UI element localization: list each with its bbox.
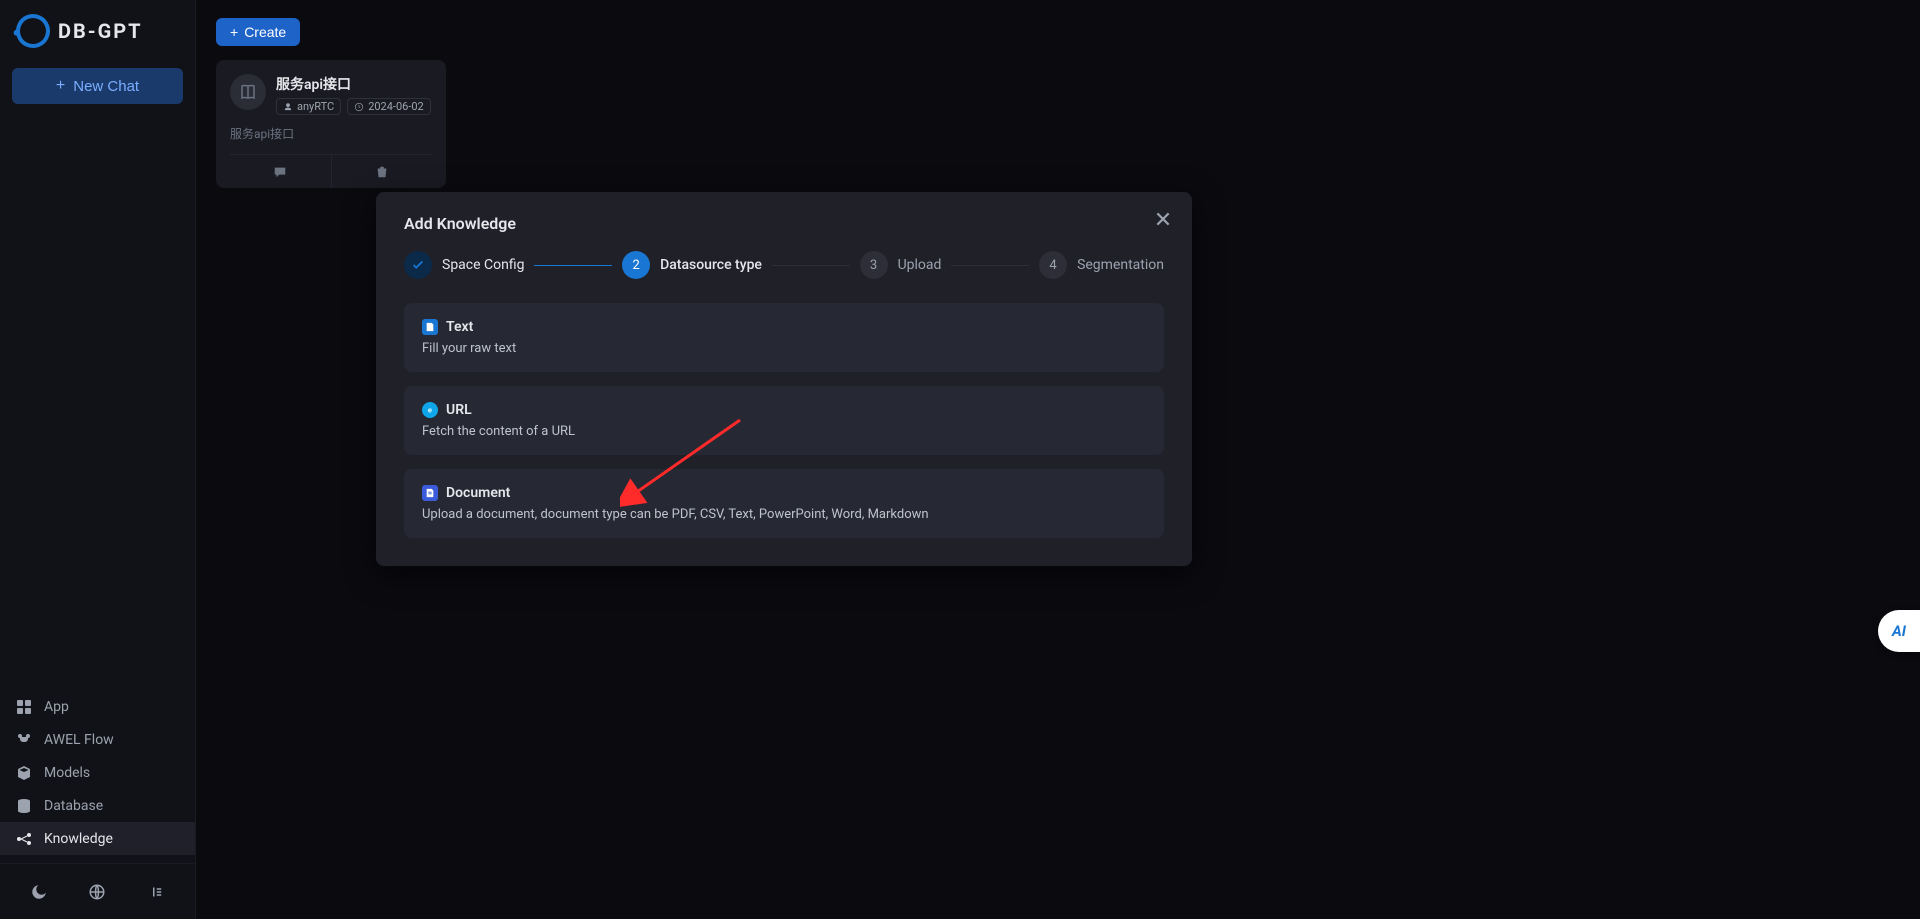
plus-icon: +	[230, 24, 238, 40]
clock-icon	[354, 102, 364, 112]
step-num: 4	[1039, 251, 1067, 279]
step-indicator: Space Config 2 Datasource type 3 Upload …	[404, 251, 1164, 279]
step-num: 2	[622, 251, 650, 279]
option-title: URL	[446, 402, 472, 418]
author-label: anyRTC	[297, 100, 334, 113]
text-icon	[422, 319, 438, 335]
sidebar-item-awel[interactable]: AWEL Flow	[0, 723, 195, 756]
option-head: e URL	[422, 402, 1146, 418]
step-connector	[951, 265, 1029, 266]
fork-icon	[16, 732, 32, 748]
sidebar: DB-GPT + New Chat App AWEL Flow Models D…	[0, 0, 196, 919]
step-label: Datasource type	[660, 257, 762, 273]
datasource-options: Text Fill your raw text e URL Fetch the …	[404, 303, 1164, 538]
step-connector	[534, 265, 612, 266]
sidebar-nav: App AWEL Flow Models Database Knowledge	[0, 690, 195, 863]
close-icon	[1154, 210, 1172, 228]
step-label: Upload	[898, 257, 942, 273]
delete-action[interactable]	[331, 155, 433, 188]
option-document[interactable]: Document Upload a document, document typ…	[404, 469, 1164, 538]
check-icon	[411, 258, 425, 272]
step-space-config[interactable]: Space Config	[404, 251, 524, 279]
option-head: Text	[422, 319, 1146, 335]
option-text[interactable]: Text Fill your raw text	[404, 303, 1164, 372]
planet-icon	[11, 9, 55, 53]
sidebar-item-database[interactable]: Database	[0, 789, 195, 822]
card-tags: anyRTC 2024-06-02	[276, 98, 431, 115]
step-connector	[772, 265, 850, 266]
sidebar-spacer	[0, 114, 195, 690]
url-icon: e	[422, 402, 438, 418]
ai-float-button[interactable]: AI	[1878, 610, 1920, 652]
knowledge-card[interactable]: 服务api接口 anyRTC 2024-06-02 服务api接口	[216, 60, 446, 188]
document-icon	[422, 485, 438, 501]
add-knowledge-modal: Add Knowledge Space Config 2 Datasource …	[376, 192, 1192, 566]
step-datasource-type[interactable]: 2 Datasource type	[622, 251, 762, 279]
trash-icon	[375, 165, 389, 179]
sidebar-item-models[interactable]: Models	[0, 756, 195, 789]
chat-action[interactable]	[230, 155, 331, 188]
cube-icon	[16, 765, 32, 781]
sidebar-item-knowledge[interactable]: Knowledge	[0, 822, 195, 855]
step-num	[404, 251, 432, 279]
option-head: Document	[422, 485, 1146, 501]
collapse-icon[interactable]	[145, 881, 167, 903]
card-header: 服务api接口 anyRTC 2024-06-02	[230, 74, 432, 115]
close-button[interactable]	[1154, 210, 1172, 228]
card-subtitle: 服务api接口	[230, 125, 432, 142]
sidebar-item-label: Knowledge	[44, 831, 113, 847]
step-segmentation[interactable]: 4 Segmentation	[1039, 251, 1164, 279]
option-desc: Fetch the content of a URL	[422, 424, 1146, 439]
author-tag: anyRTC	[276, 98, 341, 115]
create-button[interactable]: + Create	[216, 18, 300, 46]
brand-logo: DB-GPT	[0, 0, 195, 58]
option-url[interactable]: e URL Fetch the content of a URL	[404, 386, 1164, 455]
step-label: Space Config	[442, 257, 524, 273]
nodes-icon	[16, 831, 32, 847]
book-icon	[230, 74, 266, 110]
sidebar-item-app[interactable]: App	[0, 690, 195, 723]
sidebar-item-label: AWEL Flow	[44, 732, 114, 748]
new-chat-button[interactable]: + New Chat	[12, 68, 183, 104]
modal-title: Add Knowledge	[404, 214, 1164, 233]
option-desc: Upload a document, document type can be …	[422, 507, 1146, 522]
card-title: 服务api接口	[276, 74, 431, 94]
step-num: 3	[860, 251, 888, 279]
sidebar-item-label: Models	[44, 765, 90, 781]
language-icon[interactable]	[86, 881, 108, 903]
chat-icon	[273, 165, 287, 179]
brand-text: DB-GPT	[58, 19, 143, 43]
option-title: Text	[446, 319, 473, 335]
grid-icon	[16, 699, 32, 715]
date-tag: 2024-06-02	[347, 98, 431, 115]
create-label: Create	[244, 24, 286, 40]
card-actions	[230, 154, 432, 188]
option-desc: Fill your raw text	[422, 341, 1146, 356]
ai-label: AI	[1892, 622, 1906, 640]
plus-icon: +	[56, 77, 65, 95]
sidebar-footer	[0, 863, 195, 919]
sidebar-item-label: App	[44, 699, 69, 715]
step-upload[interactable]: 3 Upload	[860, 251, 942, 279]
theme-toggle-icon[interactable]	[28, 881, 50, 903]
step-label: Segmentation	[1077, 257, 1164, 273]
svg-text:e: e	[428, 406, 432, 415]
user-icon	[283, 102, 293, 112]
new-chat-label: New Chat	[73, 78, 139, 95]
database-icon	[16, 798, 32, 814]
option-title: Document	[446, 485, 510, 501]
date-label: 2024-06-02	[368, 100, 424, 113]
sidebar-item-label: Database	[44, 798, 103, 814]
